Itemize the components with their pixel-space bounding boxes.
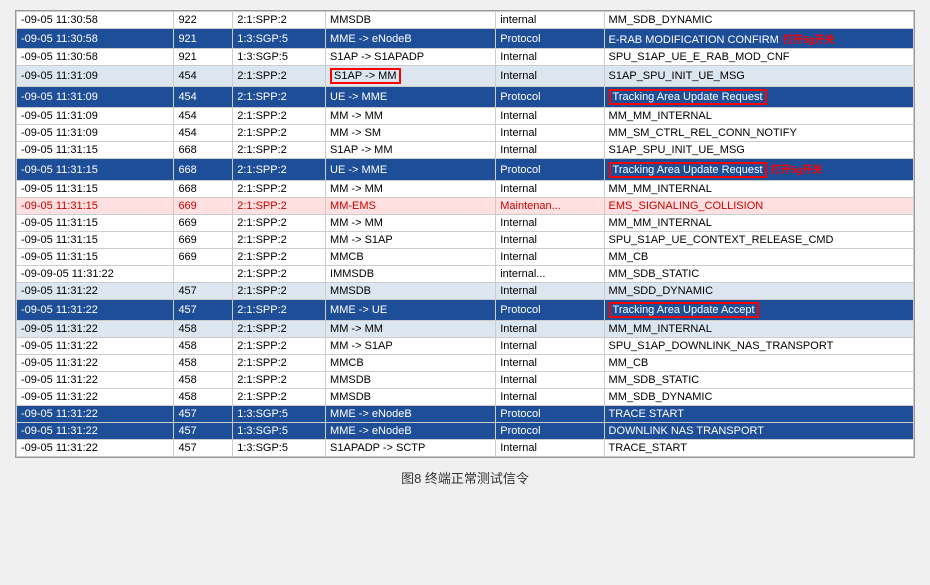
table-row: -09-05 11:30:589211:3:SGP:5S1AP -> S1APA… [17, 49, 914, 66]
table-row: -09-05 11:31:156692:1:SPP:2MM -> S1APInt… [17, 232, 914, 249]
table-row: -09-05 11:31:094542:1:SPP:2MM -> MMInter… [17, 108, 914, 125]
table-row: -09-09-05 11:31:222:1:SPP:2IMMSDBinterna… [17, 266, 914, 283]
table-row: -09-05 11:31:094542:1:SPP:2UE -> MMEProt… [17, 87, 914, 108]
table-row: -09-05 11:31:156692:1:SPP:2MMCBInternalM… [17, 249, 914, 266]
table-row: -09-05 11:31:156682:1:SPP:2UE -> MMEProt… [17, 159, 914, 181]
table-row: -09-05 11:31:224582:1:SPP:2MM -> MMInter… [17, 321, 914, 338]
table-row: -09-05 11:31:224582:1:SPP:2MMCBInternalM… [17, 355, 914, 372]
table-row: -09-05 11:31:224571:3:SGP:5MME -> eNodeB… [17, 423, 914, 440]
table-row: -09-05 11:30:589222:1:SPP:2MMSDBinternal… [17, 12, 914, 29]
table-row: -09-05 11:31:224571:3:SGP:5S1APADP -> SC… [17, 440, 914, 457]
table-row: -09-05 11:31:156682:1:SPP:2MM -> MMInter… [17, 181, 914, 198]
table-row: -09-05 11:31:224571:3:SGP:5MME -> eNodeB… [17, 406, 914, 423]
table-row: -09-05 11:31:156692:1:SPP:2MM-EMSMainten… [17, 198, 914, 215]
table-row: -09-05 11:31:224572:1:SPP:2MME -> UEProt… [17, 300, 914, 321]
table-row: -09-05 11:31:224582:1:SPP:2MMSDBInternal… [17, 389, 914, 406]
table-row: -09-05 11:31:094542:1:SPP:2MM -> SMInter… [17, 125, 914, 142]
table-row: -09-05 11:31:224582:1:SPP:2MMSDBInternal… [17, 372, 914, 389]
figure-caption: 图8 终端正常测试信令 [401, 468, 529, 487]
table-row: -09-05 11:31:156692:1:SPP:2MM -> MMInter… [17, 215, 914, 232]
table-row: -09-05 11:31:156682:1:SPP:2S1AP -> MMInt… [17, 142, 914, 159]
signal-table: -09-05 11:30:589222:1:SPP:2MMSDBinternal… [15, 10, 915, 458]
table-row: -09-05 11:30:589211:3:SGP:5MME -> eNodeB… [17, 29, 914, 49]
table-row: -09-05 11:31:224582:1:SPP:2MM -> S1APInt… [17, 338, 914, 355]
table-row: -09-05 11:31:094542:1:SPP:2S1AP -> MMInt… [17, 66, 914, 87]
table-row: -09-05 11:31:224572:1:SPP:2MMSDBInternal… [17, 283, 914, 300]
